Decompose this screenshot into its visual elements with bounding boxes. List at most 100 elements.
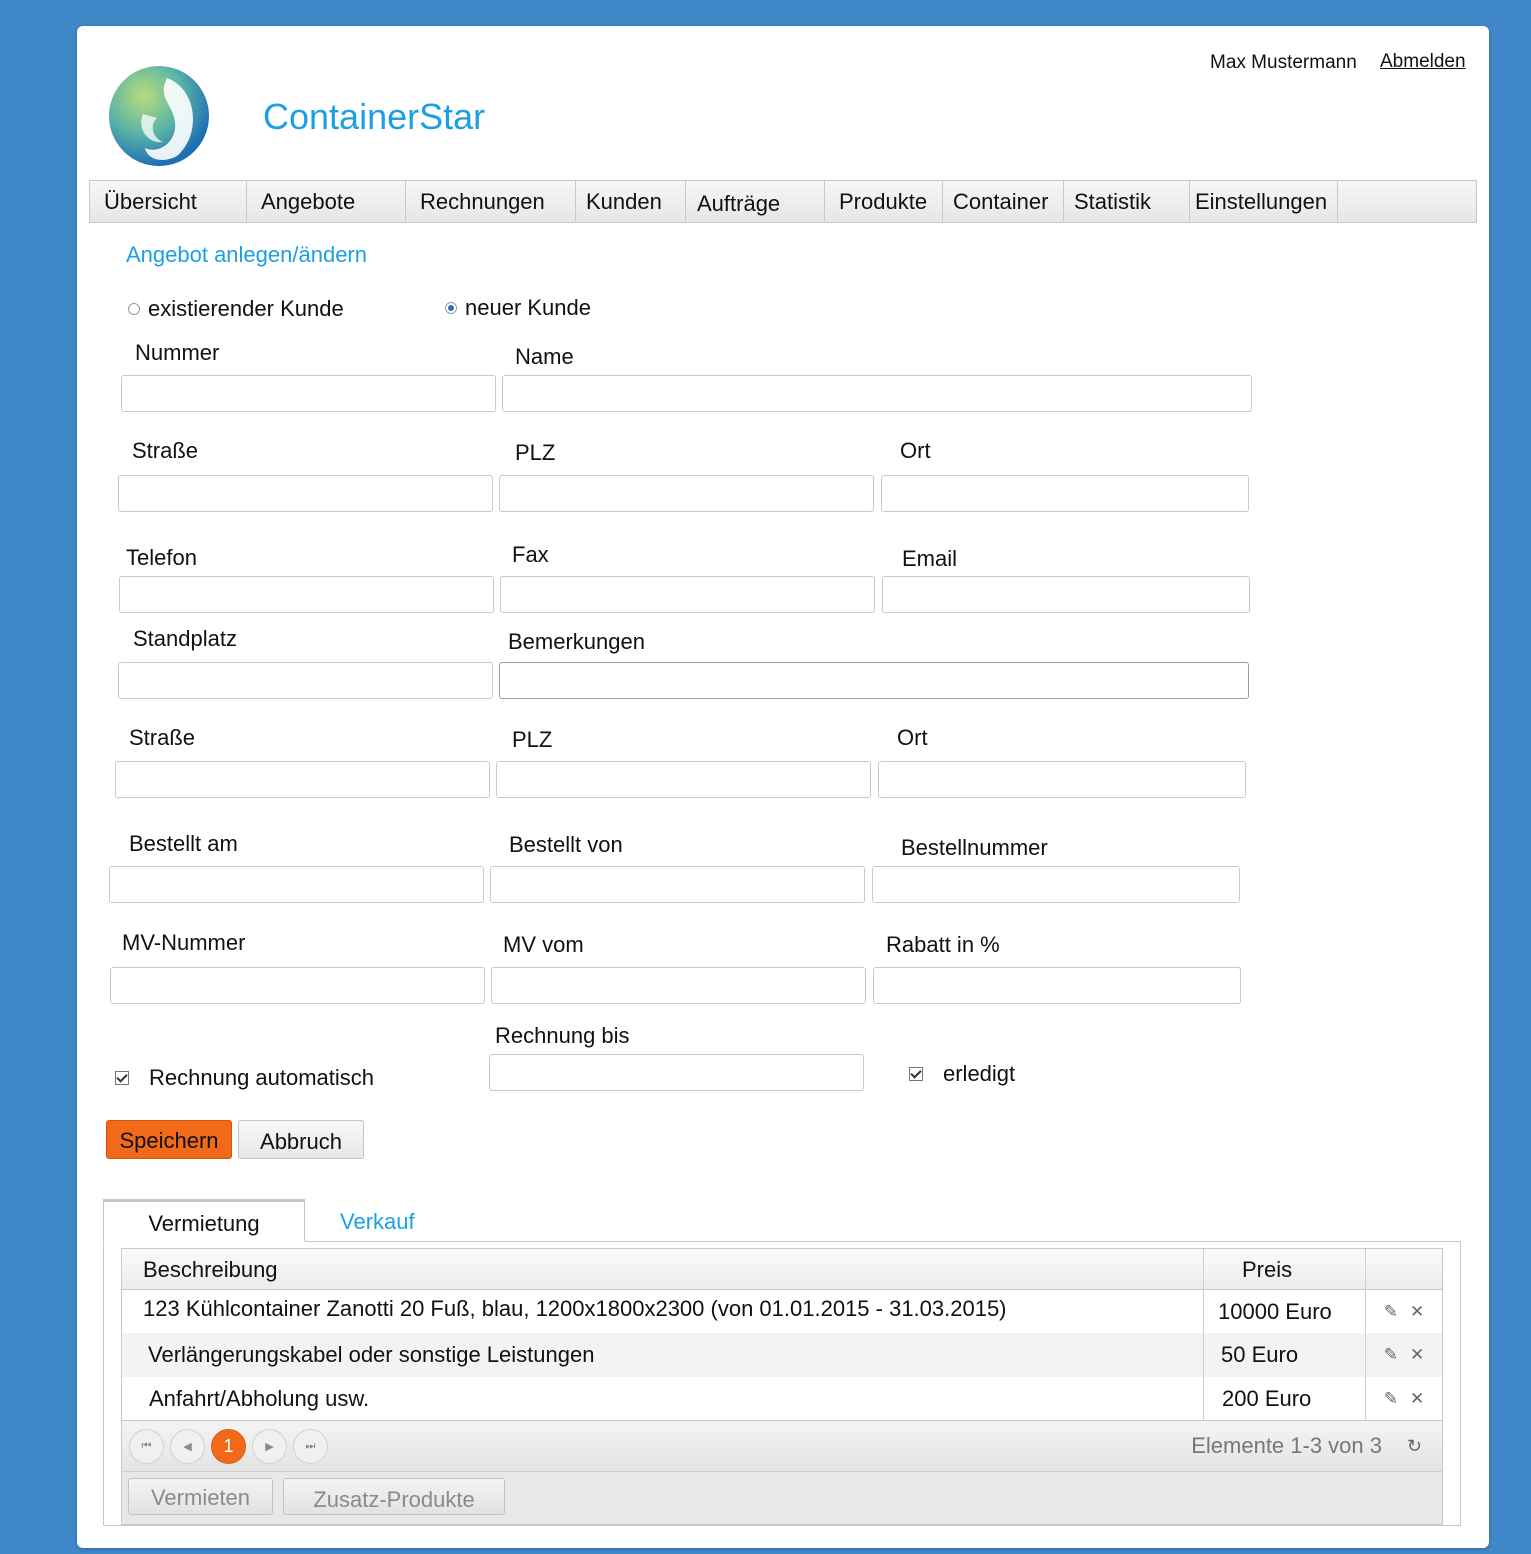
checkbox-checked-icon[interactable] — [115, 1071, 129, 1085]
nav-item-angebote[interactable]: Angebote — [247, 181, 406, 222]
plz-standort-input[interactable] — [496, 761, 871, 798]
label-fax: Fax — [512, 542, 549, 567]
column-header-actions — [1366, 1249, 1442, 1289]
grid-header: Beschreibung Preis — [122, 1249, 1442, 1290]
label-strasse-standort: Straße — [129, 725, 196, 750]
name-input[interactable] — [502, 375, 1252, 412]
fax-input[interactable] — [500, 576, 875, 613]
label-plz: PLZ — [515, 440, 556, 465]
items-grid: Beschreibung Preis 123 Kühlcontainer Zan… — [121, 1248, 1443, 1525]
row-actions: ✎ ✕ — [1366, 1290, 1442, 1333]
main-nav: Übersicht Angebote Rechnungen Kunden Auf… — [89, 180, 1477, 223]
tab-vermietung[interactable]: Vermietung — [103, 1199, 305, 1242]
row-actions: ✎ ✕ — [1366, 1333, 1442, 1377]
vermieten-button[interactable]: Vermieten — [128, 1478, 273, 1515]
nummer-input[interactable] — [121, 375, 496, 412]
label-rabatt: Rabatt in % — [886, 932, 1000, 957]
prev-page-icon[interactable]: ◀ — [170, 1428, 205, 1464]
nav-item-uebersicht[interactable]: Übersicht — [90, 181, 247, 222]
column-header-preis[interactable]: Preis — [1204, 1249, 1366, 1289]
main-panel: Max Mustermann Abmelden ContainerStar Üb… — [77, 26, 1489, 1548]
label-plz-standort: PLZ — [512, 727, 553, 752]
cell-preis: 200 Euro — [1204, 1377, 1366, 1420]
tab-verkauf[interactable]: Verkauf — [340, 1209, 415, 1235]
delete-icon[interactable]: ✕ — [1410, 1302, 1424, 1322]
radio-existing-customer[interactable]: existierender Kunde — [128, 296, 344, 322]
mv-vom-input[interactable] — [491, 967, 866, 1004]
cell-beschreibung: Anfahrt/Abholung usw. — [122, 1377, 1204, 1420]
form-title: Angebot anlegen/ändern — [126, 242, 367, 267]
nav-item-container[interactable]: Container — [943, 181, 1064, 222]
logout-link[interactable]: Abmelden — [1380, 51, 1466, 73]
telefon-input[interactable] — [119, 576, 494, 613]
grid-pager: ⏮ ◀ 1 ▶ ⏭ Elemente 1-3 von 3 ↻ — [122, 1420, 1442, 1471]
ort-input[interactable] — [881, 475, 1249, 512]
radio-new-customer[interactable]: neuer Kunde — [445, 295, 591, 321]
standplatz-input[interactable] — [118, 662, 493, 699]
edit-icon[interactable]: ✎ — [1384, 1302, 1398, 1322]
tab-panel: Beschreibung Preis 123 Kühlcontainer Zan… — [103, 1242, 1461, 1526]
erledigt-checkbox[interactable]: erledigt — [909, 1061, 1015, 1087]
bestellt-am-input[interactable] — [109, 866, 484, 903]
page-button-current[interactable]: 1 — [211, 1428, 246, 1464]
label-standplatz: Standplatz — [133, 626, 237, 651]
erledigt-label: erledigt — [943, 1061, 1016, 1086]
app-title: ContainerStar — [263, 96, 486, 137]
table-row[interactable]: Anfahrt/Abholung usw. 200 Euro ✎ ✕ — [122, 1377, 1442, 1420]
first-page-icon[interactable]: ⏮ — [129, 1428, 164, 1464]
mv-nummer-input[interactable] — [110, 967, 485, 1004]
bemerkungen-input[interactable] — [499, 662, 1249, 699]
label-bestellnummer: Bestellnummer — [901, 835, 1048, 860]
nav-item-rechnungen[interactable]: Rechnungen — [406, 181, 576, 222]
user-name: Max Mustermann — [1210, 52, 1357, 73]
row-actions: ✎ ✕ — [1366, 1377, 1442, 1420]
table-row[interactable]: 123 Kühlcontainer Zanotti 20 Fuß, blau, … — [122, 1290, 1442, 1333]
nav-item-produkte[interactable]: Produkte — [825, 181, 943, 222]
nav-item-statistik[interactable]: Statistik — [1064, 181, 1190, 222]
grid-toolbar: Vermieten Zusatz-Produkte — [122, 1471, 1442, 1524]
rabatt-input[interactable] — [873, 967, 1241, 1004]
label-ort-standort: Ort — [897, 725, 928, 750]
label-strasse: Straße — [132, 438, 199, 463]
delete-icon[interactable]: ✕ — [1410, 1345, 1424, 1365]
label-nummer: Nummer — [135, 340, 220, 365]
strasse-input[interactable] — [118, 475, 493, 512]
label-bemerkungen: Bemerkungen — [508, 629, 645, 654]
strasse-standort-input[interactable] — [115, 761, 490, 798]
rechnung-automatisch-checkbox[interactable]: Rechnung automatisch — [115, 1065, 374, 1091]
bestellnummer-input[interactable] — [872, 866, 1240, 903]
column-header-beschreibung[interactable]: Beschreibung — [122, 1249, 1204, 1289]
last-page-icon[interactable]: ⏭ — [293, 1428, 328, 1464]
save-button[interactable]: Speichern — [106, 1120, 232, 1159]
radio-existing-label: existierender Kunde — [148, 296, 344, 321]
label-rechnung-bis: Rechnung bis — [495, 1023, 630, 1048]
cancel-button[interactable]: Abbruch — [238, 1120, 364, 1159]
cell-preis: 50 Euro — [1204, 1333, 1366, 1377]
label-bestellt-von: Bestellt von — [509, 832, 623, 857]
next-page-icon[interactable]: ▶ — [252, 1428, 287, 1464]
email-input[interactable] — [882, 576, 1250, 613]
radio-new-label: neuer Kunde — [465, 295, 591, 320]
nav-item-einstellungen[interactable]: Einstellungen — [1190, 181, 1338, 222]
radio-icon[interactable] — [128, 303, 140, 315]
plz-input[interactable] — [499, 475, 874, 512]
label-name: Name — [515, 344, 574, 369]
rechnung-bis-input[interactable] — [489, 1054, 864, 1091]
refresh-icon[interactable]: ↻ — [1407, 1436, 1422, 1457]
zusatz-produkte-button[interactable]: Zusatz-Produkte — [283, 1478, 505, 1515]
ort-standort-input[interactable] — [878, 761, 1246, 798]
cell-beschreibung: 123 Kühlcontainer Zanotti 20 Fuß, blau, … — [122, 1290, 1204, 1333]
bestellt-von-input[interactable] — [490, 866, 865, 903]
nav-item-kunden[interactable]: Kunden — [576, 181, 686, 222]
edit-icon[interactable]: ✎ — [1384, 1345, 1398, 1365]
pager-info: Elemente 1-3 von 3 — [1191, 1433, 1382, 1458]
radio-checked-icon[interactable] — [445, 302, 457, 314]
delete-icon[interactable]: ✕ — [1410, 1389, 1424, 1409]
cell-beschreibung: Verlängerungskabel oder sonstige Leistun… — [122, 1333, 1204, 1377]
edit-icon[interactable]: ✎ — [1384, 1389, 1398, 1409]
label-mv-nummer: MV-Nummer — [122, 930, 246, 955]
nav-item-auftraege[interactable]: Aufträge — [686, 181, 825, 222]
checkbox-checked-icon[interactable] — [909, 1067, 923, 1081]
rechnung-automatisch-label: Rechnung automatisch — [149, 1065, 375, 1090]
table-row[interactable]: Verlängerungskabel oder sonstige Leistun… — [122, 1333, 1442, 1377]
